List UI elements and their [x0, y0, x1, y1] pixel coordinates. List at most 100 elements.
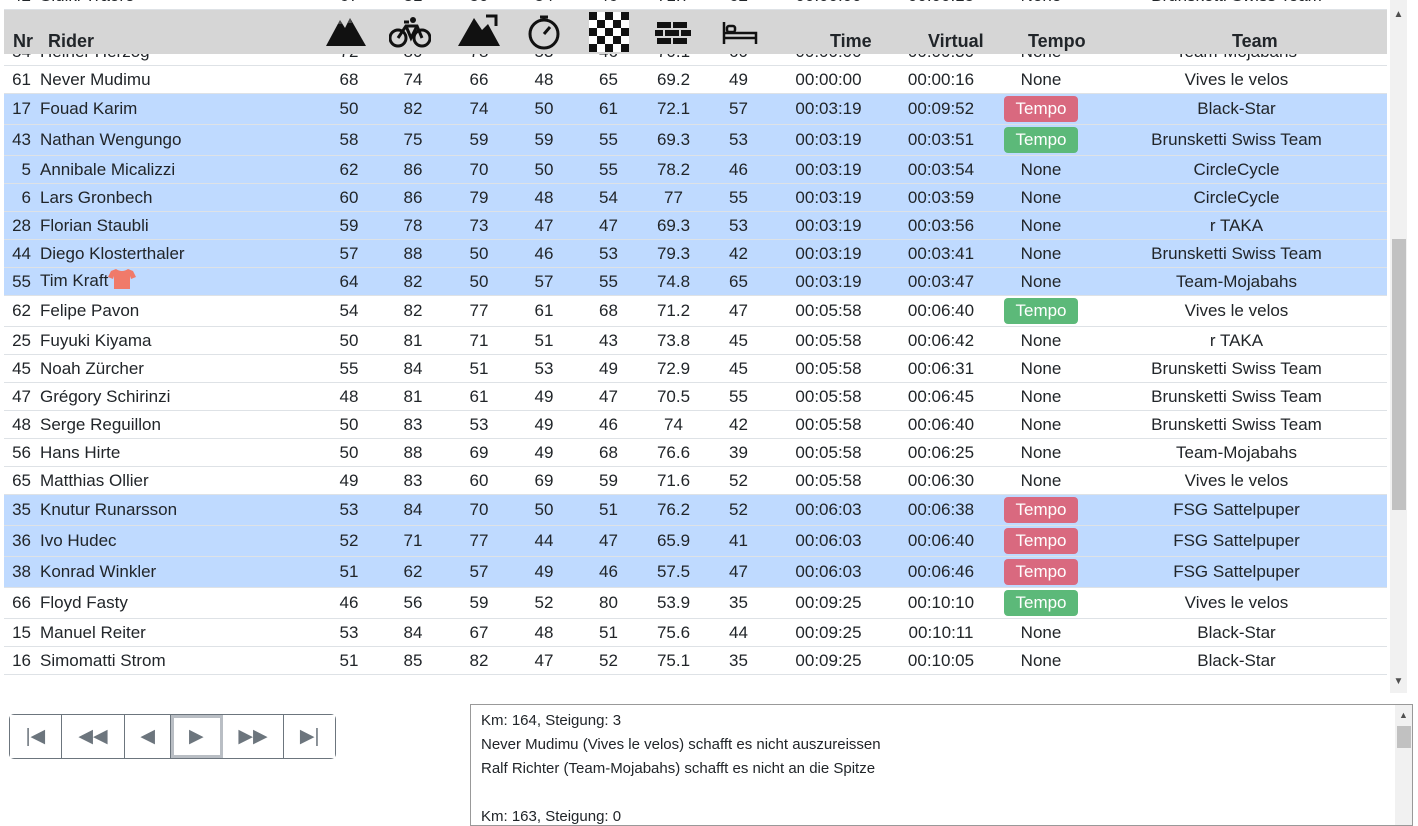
- strength-stat: 71.2: [641, 295, 706, 327]
- hill-stat: 82: [446, 646, 512, 675]
- last-page-button[interactable]: ▶|: [284, 715, 336, 758]
- rider-row[interactable]: 45 Noah Zürcher 55 84 51 53 49 72.9 45 00:05:58 00…: [4, 354, 1387, 383]
- rider-row[interactable]: 43 Nathan Wengungo 58 75 59 59 55 69.3 53 00:03:1…: [4, 124, 1387, 156]
- time-cell: 00:00:00: [771, 65, 886, 94]
- log-scroll-thumb[interactable]: [1397, 726, 1411, 748]
- team-cell: CircleCycle: [1086, 183, 1387, 212]
- rider-row[interactable]: 48 Serge Reguillon 50 83 53 49 46 74 42 00:05:58 0…: [4, 410, 1387, 439]
- checkered-flag-icon[interactable]: [589, 12, 629, 57]
- time-trial-stat: 49: [512, 382, 576, 411]
- time-cell: 00:03:19: [771, 124, 886, 156]
- tempo-button[interactable]: Tempo: [1004, 528, 1078, 554]
- header-time[interactable]: Time: [830, 31, 872, 52]
- header-nr[interactable]: Nr: [13, 31, 33, 52]
- rider-row[interactable]: 38 Konrad Winkler 51 62 57 49 46 57.5 47 00:06:03…: [4, 556, 1387, 588]
- time-trial-stat: 47: [512, 211, 576, 240]
- tempo-button[interactable]: Tempo: [1004, 96, 1078, 122]
- rider-name: Matthias Ollier: [40, 470, 149, 490]
- time-trial-stat: 48: [512, 618, 576, 647]
- strength-stat: 69.3: [641, 211, 706, 240]
- tempo-button[interactable]: Tempo: [1004, 497, 1078, 523]
- stamina-stat: 42: [706, 410, 771, 439]
- time-cell: 00:05:58: [771, 326, 886, 355]
- stamina-stat: 46: [706, 155, 771, 184]
- mountain-icon[interactable]: [326, 14, 366, 51]
- rider-row[interactable]: 16 Simomatti Strom 51 85 82 47 52 75.1 35 00:09:2…: [4, 646, 1387, 675]
- rider-row[interactable]: 62 Felipe Pavon 54 82 77 61 68 71.2 47 00:05:58 00…: [4, 295, 1387, 327]
- virtual-cell: 00:06:40: [886, 525, 996, 557]
- sprint-stat: 61: [576, 93, 641, 125]
- virtual-cell: 00:03:51: [886, 124, 996, 156]
- virtual-cell: 00:09:52: [886, 93, 996, 125]
- rider-number: 48: [4, 410, 40, 439]
- rider-row[interactable]: 61 Never Mudimu 68 74 66 48 65 69.2 49 00:00:00 00…: [4, 65, 1387, 94]
- rider-row[interactable]: 47 Grégory Schirinzi 48 81 61 49 47 70.5 55 00:05…: [4, 382, 1387, 411]
- rider-row[interactable]: 6 Lars Gronbech 60 86 79 48 54 77 55 00:03:19 00:0…: [4, 183, 1387, 212]
- stopwatch-icon[interactable]: [526, 14, 562, 55]
- rider-number: 55: [4, 267, 40, 296]
- sprint-stat: 46: [576, 0, 641, 10]
- rider-row[interactable]: 15 Manuel Reiter 53 84 67 48 51 75.6 44 00:09:25 0…: [4, 618, 1387, 647]
- sprint-stat: 51: [576, 494, 641, 526]
- rider-row[interactable]: 5 Annibale Micalizzi 62 86 70 50 55 78.2 46 00:03…: [4, 155, 1387, 184]
- rider-row[interactable]: 35 Knutur Runarsson 53 84 70 50 51 76.2 52 00:06:…: [4, 494, 1387, 526]
- rider-name-cell: Floyd Fasty: [40, 587, 318, 619]
- rider-row[interactable]: 65 Matthias Ollier 49 83 60 69 59 71.6 52 00:05:5…: [4, 466, 1387, 495]
- fast-forward-button[interactable]: ▶▶: [222, 715, 285, 758]
- header-team[interactable]: Team: [1232, 31, 1278, 52]
- scroll-thumb[interactable]: [1392, 239, 1406, 510]
- first-page-button[interactable]: |◀: [10, 715, 62, 758]
- rider-number: 44: [4, 239, 40, 268]
- stamina-stat: 52: [706, 494, 771, 526]
- time-trial-stat: 50: [512, 155, 576, 184]
- rider-row[interactable]: 44 Diego Klosterthaler 57 88 50 46 53 79.3 42 00:…: [4, 239, 1387, 268]
- rider-row[interactable]: 28 Florian Staubli 59 78 73 47 47 69.3 53 00:03:1…: [4, 211, 1387, 240]
- rider-row[interactable]: 55 Tim Kraft 64 82 50 57 55 74.8 65 00:03:19 00:03…: [4, 267, 1387, 296]
- time-trial-stat: 46: [512, 239, 576, 268]
- climb-stat: 54: [318, 295, 380, 327]
- rider-name: Hans Hirte: [40, 442, 121, 462]
- climb-stat: 60: [318, 183, 380, 212]
- flat-stat: 85: [380, 646, 446, 675]
- rider-row[interactable]: 36 Ivo Hudec 52 71 77 44 47 65.9 41 00:06:03 00:06…: [4, 525, 1387, 557]
- rider-row[interactable]: 56 Hans Hirte 50 88 69 49 68 76.6 39 00:05:58 00:0…: [4, 438, 1387, 467]
- tempo-button[interactable]: Tempo: [1004, 559, 1078, 585]
- bed-icon[interactable]: [722, 22, 758, 49]
- rider-number: 36: [4, 525, 40, 557]
- stamina-stat: 45: [706, 326, 771, 355]
- hill-icon[interactable]: [458, 14, 500, 51]
- scroll-down-arrow-icon[interactable]: ▼: [1390, 673, 1407, 690]
- scroll-up-arrow-icon[interactable]: ▲: [1390, 6, 1407, 23]
- rider-name: Sidiki Traoré: [40, 0, 134, 5]
- rider-row[interactable]: 66 Floyd Fasty 46 56 59 52 80 53.9 35 00:09:25 00:…: [4, 587, 1387, 619]
- sprint-stat: 51: [576, 618, 641, 647]
- tempo-button[interactable]: Tempo: [1004, 590, 1078, 616]
- rider-row[interactable]: 25 Fuyuki Kiyama 50 81 71 51 43 73.8 45 00:05:58 0…: [4, 326, 1387, 355]
- team-cell: Team-Mojabahs: [1086, 267, 1387, 296]
- table-scrollbar[interactable]: ▲ ▼: [1390, 0, 1407, 693]
- sprint-stat: 80: [576, 587, 641, 619]
- team-cell: r TAKA: [1086, 326, 1387, 355]
- log-scrollbar[interactable]: ▲: [1395, 705, 1412, 825]
- rider-row[interactable]: 42Sidiki Traoré 678150544671.76200:00:000…: [4, 0, 1387, 10]
- event-log[interactable]: Km: 164, Steigung: 3 Never Mudimu (Vives …: [470, 704, 1413, 826]
- header-virtual[interactable]: Virtual: [928, 31, 984, 52]
- hill-stat: 70: [446, 155, 512, 184]
- time-trial-stat: 48: [512, 65, 576, 94]
- rider-name: Ivo Hudec: [40, 531, 117, 550]
- fast-back-button[interactable]: ◀◀: [61, 715, 126, 758]
- play-button[interactable]: ▶: [171, 715, 223, 758]
- rider-row[interactable]: 17 Fouad Karim 50 82 74 50 61 72.1 57 00:03:19 00:…: [4, 93, 1387, 125]
- log-scroll-up-arrow-icon[interactable]: ▲: [1395, 707, 1412, 724]
- step-back-button[interactable]: ◀: [125, 715, 172, 758]
- tempo-button[interactable]: Tempo: [1004, 127, 1078, 153]
- rider-number: 16: [4, 646, 40, 675]
- bicycle-icon[interactable]: [388, 16, 432, 53]
- stamina-stat: 65: [706, 267, 771, 296]
- stamina-stat: 57: [706, 93, 771, 125]
- tempo-button[interactable]: Tempo: [1004, 298, 1078, 324]
- brick-wall-icon[interactable]: [655, 22, 691, 49]
- header-tempo[interactable]: Tempo: [1028, 31, 1086, 52]
- header-rider[interactable]: Rider: [48, 31, 94, 52]
